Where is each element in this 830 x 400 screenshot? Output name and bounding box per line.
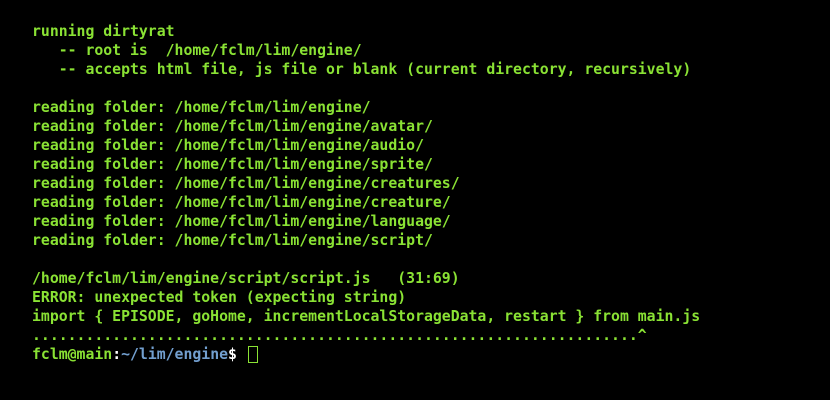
folder-line: reading folder: /home/fclm/lim/engine/cr… [32, 175, 460, 192]
prompt-path: ~/lim/engine [121, 346, 229, 363]
folder-line: reading folder: /home/fclm/lim/engine/cr… [32, 194, 451, 211]
command-prompt[interactable]: fclm@main:~/lim/engine$ [32, 345, 830, 364]
prompt-user-host: fclm@main [32, 346, 113, 363]
error-message: ERROR: unexpected token (expecting strin… [32, 289, 407, 306]
error-source-line: import { EPISODE, goHome, incrementLocal… [32, 308, 701, 325]
folder-line: reading folder: /home/fclm/lim/engine/sc… [32, 232, 433, 249]
folder-line: reading folder: /home/fclm/lim/engine/av… [32, 118, 433, 135]
folder-line: reading folder: /home/fclm/lim/engine/au… [32, 137, 424, 154]
intro-line-2: -- root is /home/fclm/lim/engine/ [32, 42, 362, 59]
folder-line: reading folder: /home/fclm/lim/engine/la… [32, 213, 451, 230]
error-location: /home/fclm/lim/engine/script/script.js (… [32, 270, 460, 287]
intro-line-3: -- accepts html file, js file or blank (… [32, 61, 692, 78]
terminal-window[interactable]: running dirtyrat -- root is /home/fclm/l… [0, 0, 830, 400]
prompt-symbol: $ [228, 346, 246, 363]
folder-line: reading folder: /home/fclm/lim/engine/sp… [32, 156, 433, 173]
folder-line: reading folder: /home/fclm/lim/engine/ [32, 99, 371, 116]
intro-line-1: running dirtyrat [32, 23, 175, 40]
prompt-separator: : [112, 346, 122, 363]
text-cursor[interactable] [247, 346, 258, 363]
error-pointer-line: ........................................… [32, 327, 647, 344]
